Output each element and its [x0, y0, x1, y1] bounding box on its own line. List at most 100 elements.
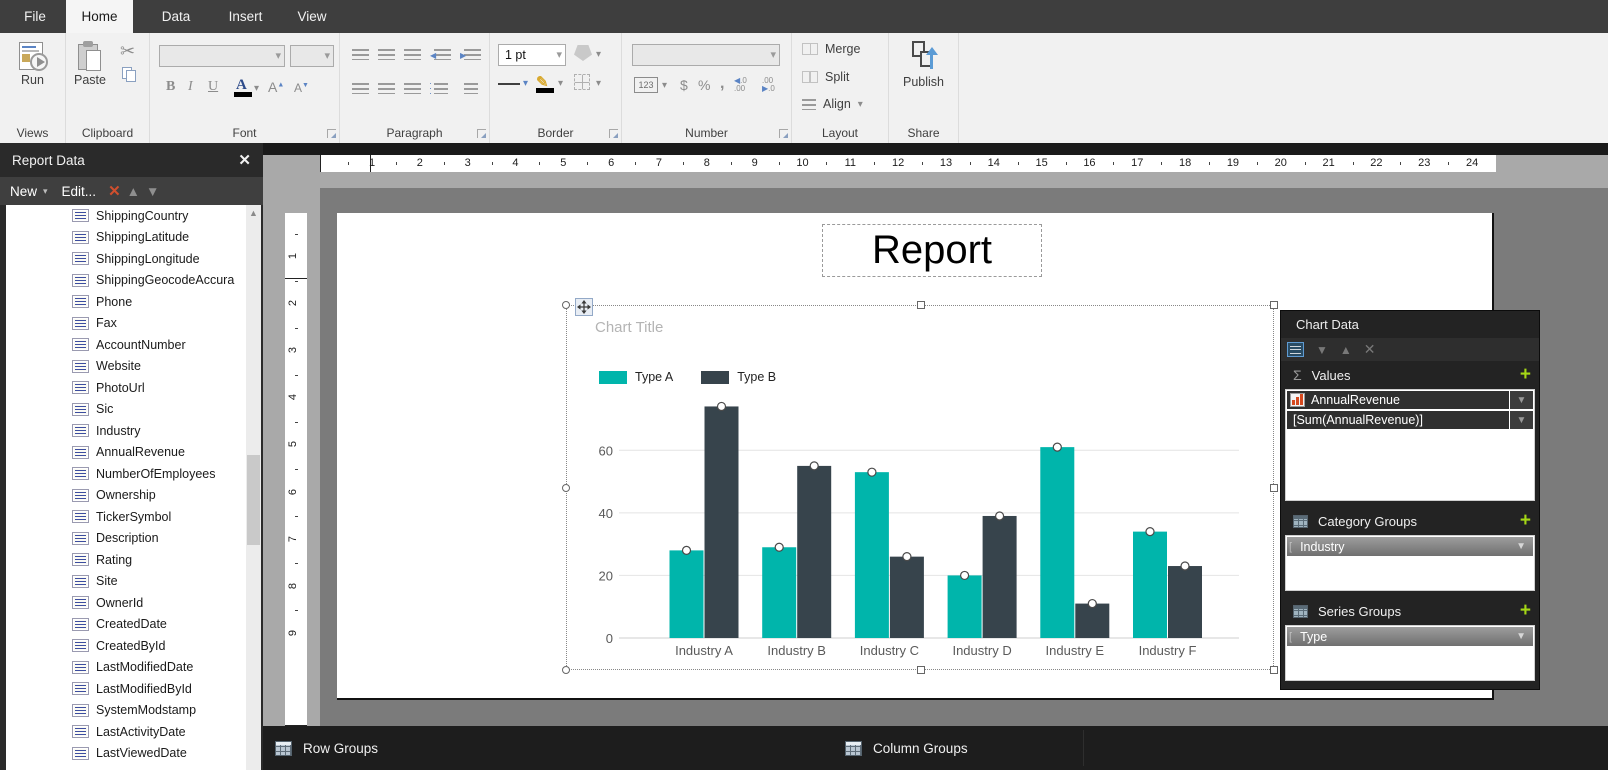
field-item-ownerid[interactable]: OwnerId	[6, 592, 246, 614]
value-dropdown-button[interactable]: ▼	[1509, 391, 1533, 409]
close-icon[interactable]: ✕	[238, 151, 251, 169]
currency-icon[interactable]: $	[680, 77, 688, 93]
chart-plot-area[interactable]: 0 20 40 60 Industry A Industry B Industry C Ind…	[567, 306, 1275, 671]
new-button[interactable]: New	[10, 184, 37, 199]
number-dialog-launcher[interactable]	[779, 129, 788, 138]
field-item-systemmodstamp[interactable]: SystemModstamp	[6, 700, 246, 722]
publish-button[interactable]: Publish	[889, 41, 958, 89]
border-dialog-launcher[interactable]	[609, 129, 618, 138]
grow-font-button[interactable]: A▲	[268, 79, 284, 95]
delete-icon[interactable]: ✕	[1364, 341, 1376, 358]
line-style-dropdown[interactable]: ▾	[523, 78, 528, 89]
borders-dropdown[interactable]: ▾	[596, 78, 601, 89]
resize-handle-bottom-right[interactable]	[1270, 666, 1278, 674]
comma-icon[interactable]: ,	[720, 75, 724, 93]
field-item-shippinglongitude[interactable]: ShippingLongitude	[6, 248, 246, 270]
font-color-dropdown[interactable]: ▾	[254, 83, 259, 94]
field-item-shippingcountry[interactable]: ShippingCountry	[6, 205, 246, 227]
category-group-row[interactable]: [ Industry ▼	[1287, 537, 1533, 556]
decrease-indent-icon[interactable]	[434, 49, 451, 60]
chevron-down-icon[interactable]: ▼	[1516, 541, 1533, 552]
column-groups-pane[interactable]: Column Groups	[845, 740, 968, 756]
expression-dropdown-button[interactable]: ▼	[1509, 411, 1533, 429]
font-dialog-launcher[interactable]	[327, 129, 336, 138]
resize-handle-top-left[interactable]	[562, 301, 570, 309]
menu-tab-file[interactable]: File	[12, 0, 58, 33]
borders-grid-icon[interactable]	[574, 74, 590, 90]
field-item-website[interactable]: Website	[6, 356, 246, 378]
field-item-description[interactable]: Description	[6, 528, 246, 550]
move-up-icon[interactable]: ▲	[1340, 343, 1352, 357]
resize-handle-middle-left[interactable]	[562, 484, 570, 492]
field-item-phone[interactable]: Phone	[6, 291, 246, 313]
field-item-fax[interactable]: Fax	[6, 313, 246, 335]
chart-title-placeholder[interactable]: Chart Title	[595, 319, 663, 336]
increase-decimal-icon[interactable]: ◀.0.00	[734, 77, 747, 93]
scroll-up-icon[interactable]: ▲	[249, 208, 258, 218]
copy-icon[interactable]	[122, 67, 138, 83]
align-right-icon[interactable]	[404, 83, 421, 94]
numbered-list-icon[interactable]	[464, 83, 478, 94]
chevron-down-icon[interactable]: ▼	[1516, 631, 1533, 642]
menu-tab-insert[interactable]: Insert	[210, 0, 281, 33]
merge-button[interactable]: Merge	[802, 42, 860, 56]
field-item-sic[interactable]: Sic	[6, 399, 246, 421]
series-group-row[interactable]: [ Type ▼	[1287, 627, 1533, 646]
field-item-lastmodifiedbyid[interactable]: LastModifiedById	[6, 678, 246, 700]
run-button[interactable]: Run	[0, 41, 65, 87]
value-field-row[interactable]: AnnualRevenue ▼	[1286, 390, 1534, 410]
properties-icon[interactable]	[1287, 342, 1304, 357]
font-size-combo[interactable]: ▾	[290, 45, 334, 67]
number-format-combo[interactable]: ▾	[632, 44, 780, 66]
field-item-annualrevenue[interactable]: AnnualRevenue	[6, 442, 246, 464]
field-item-shippinggeocodeaccura[interactable]: ShippingGeocodeAccura	[6, 270, 246, 292]
field-item-accountnumber[interactable]: AccountNumber	[6, 334, 246, 356]
add-category-group-button[interactable]: +	[1520, 511, 1531, 530]
underline-button[interactable]: U	[208, 79, 218, 95]
chart-legend[interactable]: Type A Type B	[599, 370, 796, 384]
number-format-dropdown[interactable]: ▾	[662, 80, 667, 91]
row-groups-pane[interactable]: Row Groups	[275, 740, 378, 756]
border-color-dropdown[interactable]: ▾	[558, 78, 563, 89]
field-item-lastvieweddate[interactable]: LastViewedDate	[6, 743, 246, 765]
shrink-font-button[interactable]: A▼	[294, 81, 309, 95]
align-middle-icon[interactable]	[378, 49, 395, 60]
number-format-icon[interactable]: 123	[634, 77, 658, 93]
fill-color-dropdown[interactable]: ▾	[596, 49, 601, 60]
align-top-icon[interactable]	[352, 49, 369, 60]
field-item-lastactivitydate[interactable]: LastActivityDate	[6, 721, 246, 743]
edit-button[interactable]: Edit...	[62, 184, 97, 199]
line-style-icon[interactable]	[498, 83, 520, 85]
align-button[interactable]: Align ▾	[802, 97, 863, 111]
menu-tab-data[interactable]: Data	[145, 0, 207, 33]
chart-element[interactable]: Chart Title Type A Type B 0 20 40 60 Industry…	[562, 298, 1278, 674]
add-value-button[interactable]: +	[1520, 365, 1531, 384]
value-expression-row[interactable]: [Sum(AnnualRevenue)] ▼	[1286, 410, 1534, 430]
increase-indent-icon[interactable]	[464, 49, 481, 60]
align-bottom-icon[interactable]	[404, 49, 421, 60]
new-dropdown-icon[interactable]: ▾	[43, 186, 48, 197]
field-item-photourl[interactable]: PhotoUrl	[6, 377, 246, 399]
italic-button[interactable]: I	[188, 79, 193, 95]
move-down-icon[interactable]: ▼	[1316, 343, 1328, 357]
add-series-group-button[interactable]: +	[1520, 601, 1531, 620]
resize-handle-bottom-left[interactable]	[562, 666, 570, 674]
move-handle[interactable]	[575, 298, 593, 316]
scrollbar[interactable]: ▲	[246, 205, 261, 770]
resize-handle-top-center[interactable]	[917, 301, 925, 309]
resize-handle-bottom-center[interactable]	[917, 666, 925, 674]
report-title-textbox[interactable]: Report	[822, 224, 1042, 277]
field-item-tickersymbol[interactable]: TickerSymbol	[6, 506, 246, 528]
paste-button[interactable]: Paste	[74, 41, 106, 87]
field-item-ownership[interactable]: Ownership	[6, 485, 246, 507]
field-item-createdbyid[interactable]: CreatedById	[6, 635, 246, 657]
paragraph-dialog-launcher[interactable]	[477, 129, 486, 138]
move-up-icon[interactable]: ▲	[127, 184, 140, 199]
scrollbar-thumb[interactable]	[247, 455, 260, 545]
align-center-icon[interactable]	[378, 83, 395, 94]
font-name-combo[interactable]: ▾	[159, 45, 285, 67]
delete-icon[interactable]: ✕	[108, 182, 121, 200]
border-width-combo[interactable]: 1 pt ▾	[498, 44, 566, 66]
menu-tab-home[interactable]: Home	[66, 0, 133, 33]
move-down-icon[interactable]: ▼	[146, 184, 159, 199]
